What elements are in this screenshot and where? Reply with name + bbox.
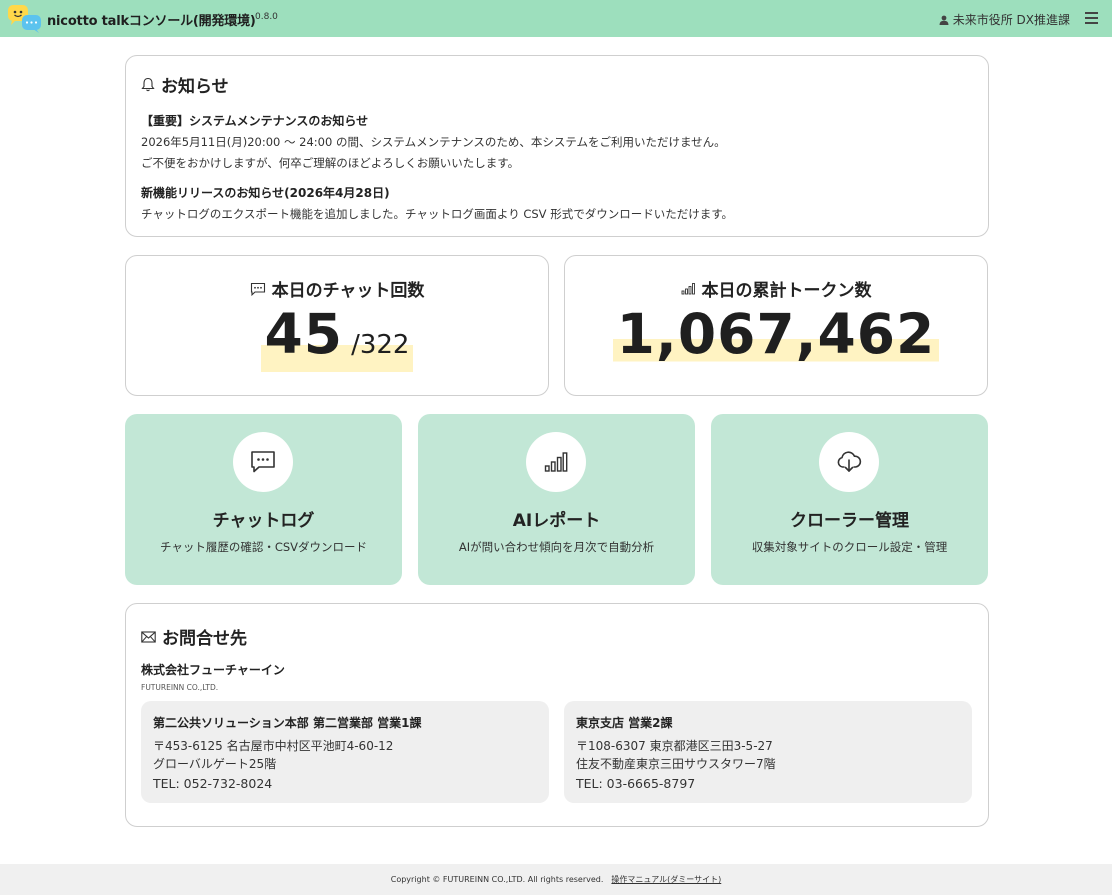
app-header: nicotto talkコンソール(開発環境) 0.8.0 未来市役所 DX推進…	[0, 0, 1112, 37]
chat-count-number: 45	[264, 302, 344, 366]
chat-dots-icon	[250, 282, 265, 296]
notice-item-title: 【重要】システムメンテナンスのお知らせ	[141, 114, 369, 128]
notice-item-text: 2026年5月11日(月)20:00 〜 24:00 の間、システムメンテナンス…	[141, 135, 726, 149]
crawler-management-tile[interactable]: クローラー管理 収集対象サイトのクロール設定・管理	[711, 414, 988, 585]
chat-count-total: /322	[351, 330, 410, 360]
chat-count-label: 本日のチャット回数	[271, 281, 425, 301]
office-card: 第二公共ソリューション本部 第二営業部 営業1課 〒453-6125 名古屋市中…	[141, 701, 549, 803]
company-name: 株式会社フューチャーイン	[141, 663, 285, 677]
user-name: 未来市役所 DX推進課	[952, 13, 1070, 27]
signal-bars-icon	[681, 283, 695, 295]
copyright-text: Copyright © FUTUREINN CO.,LTD. All right…	[390, 875, 604, 884]
chat-count-value: 45/322	[260, 302, 414, 375]
company-name-en: FUTUREINN CO.,LTD.	[141, 683, 219, 692]
logo-icon	[8, 5, 41, 33]
envelope-icon	[141, 630, 156, 643]
office-address: 〒108-6307 東京都港区三田3-5-27	[576, 739, 773, 753]
notice-card: お知らせ 【重要】システムメンテナンスのお知らせ 2026年5月11日(月)20…	[125, 55, 989, 237]
tile-description: チャット履歴の確認・CSVダウンロード	[159, 540, 368, 554]
tile-title: AIレポート	[512, 511, 601, 531]
token-count-header: 本日の累計トークン数	[565, 276, 987, 301]
office-name: 東京支店 営業2課	[576, 716, 673, 730]
office-tel: TEL: 03-6665-8797	[576, 776, 696, 791]
notice-item-text: ご不便をおかけしますが、何卒ご理解のほどよろしくお願いいたします。	[141, 156, 520, 170]
tile-icon-circle	[233, 432, 293, 492]
cloud-download-icon	[837, 451, 862, 472]
tile-description: AIが問い合わせ傾向を月次で自動分析	[458, 540, 655, 554]
user-icon	[939, 15, 949, 25]
chat-count-card: 本日のチャット回数 45/322	[125, 255, 549, 396]
token-count-label: 本日の累計トークン数	[701, 281, 872, 301]
token-count-value: 1,067,462	[612, 304, 940, 364]
token-count-card: 本日の累計トークン数 1,067,462	[564, 255, 988, 396]
bar-chart-icon	[544, 452, 568, 472]
office-name: 第二公共ソリューション本部 第二営業部 営業1課	[153, 716, 422, 730]
office-building: 住友不動産東京三田サウスタワー7階	[576, 757, 776, 771]
contact-card: お問合せ先 株式会社フューチャーイン FUTUREINN CO.,LTD. 第二…	[125, 603, 989, 827]
contact-header: お問合せ先	[141, 624, 247, 649]
app-title: nicotto talkコンソール(開発環境)	[47, 14, 256, 29]
chat-count-header: 本日のチャット回数	[126, 276, 548, 301]
tile-icon-circle	[819, 432, 879, 492]
contact-title: お問合せ先	[162, 629, 247, 649]
notice-title: お知らせ	[161, 77, 229, 97]
version-label: 0.8.0	[255, 12, 278, 22]
notice-item-title: 新機能リリースのお知らせ(2026年4月28日)	[141, 186, 390, 200]
chat-bubble-icon	[251, 451, 275, 473]
user-info[interactable]: 未来市役所 DX推進課	[939, 11, 1070, 28]
notice-header: お知らせ	[141, 72, 229, 97]
tile-description: 収集対象サイトのクロール設定・管理	[751, 540, 948, 554]
office-building: グローバルゲート25階	[153, 757, 277, 771]
office-address: 〒453-6125 名古屋市中村区平池町4-60-12	[153, 739, 394, 753]
ai-report-tile[interactable]: AIレポート AIが問い合わせ傾向を月次で自動分析	[418, 414, 695, 585]
chat-log-tile[interactable]: チャットログ チャット履歴の確認・CSVダウンロード	[125, 414, 402, 585]
manual-link[interactable]: 操作マニュアル(ダミーサイト)	[611, 874, 721, 885]
bell-icon	[141, 77, 155, 92]
tile-title: チャットログ	[212, 511, 315, 531]
notice-item-text: チャットログのエクスポート機能を追加しました。チャットログ画面より CSV 形式…	[141, 207, 734, 221]
tile-icon-circle	[526, 432, 586, 492]
office-card: 東京支店 営業2課 〒108-6307 東京都港区三田3-5-27 住友不動産東…	[564, 701, 972, 803]
hamburger-menu-icon[interactable]	[1085, 12, 1098, 24]
tile-title: クローラー管理	[790, 511, 909, 531]
office-tel: TEL: 052-732-8024	[153, 776, 273, 791]
footer: Copyright © FUTUREINN CO.,LTD. All right…	[0, 864, 1112, 895]
